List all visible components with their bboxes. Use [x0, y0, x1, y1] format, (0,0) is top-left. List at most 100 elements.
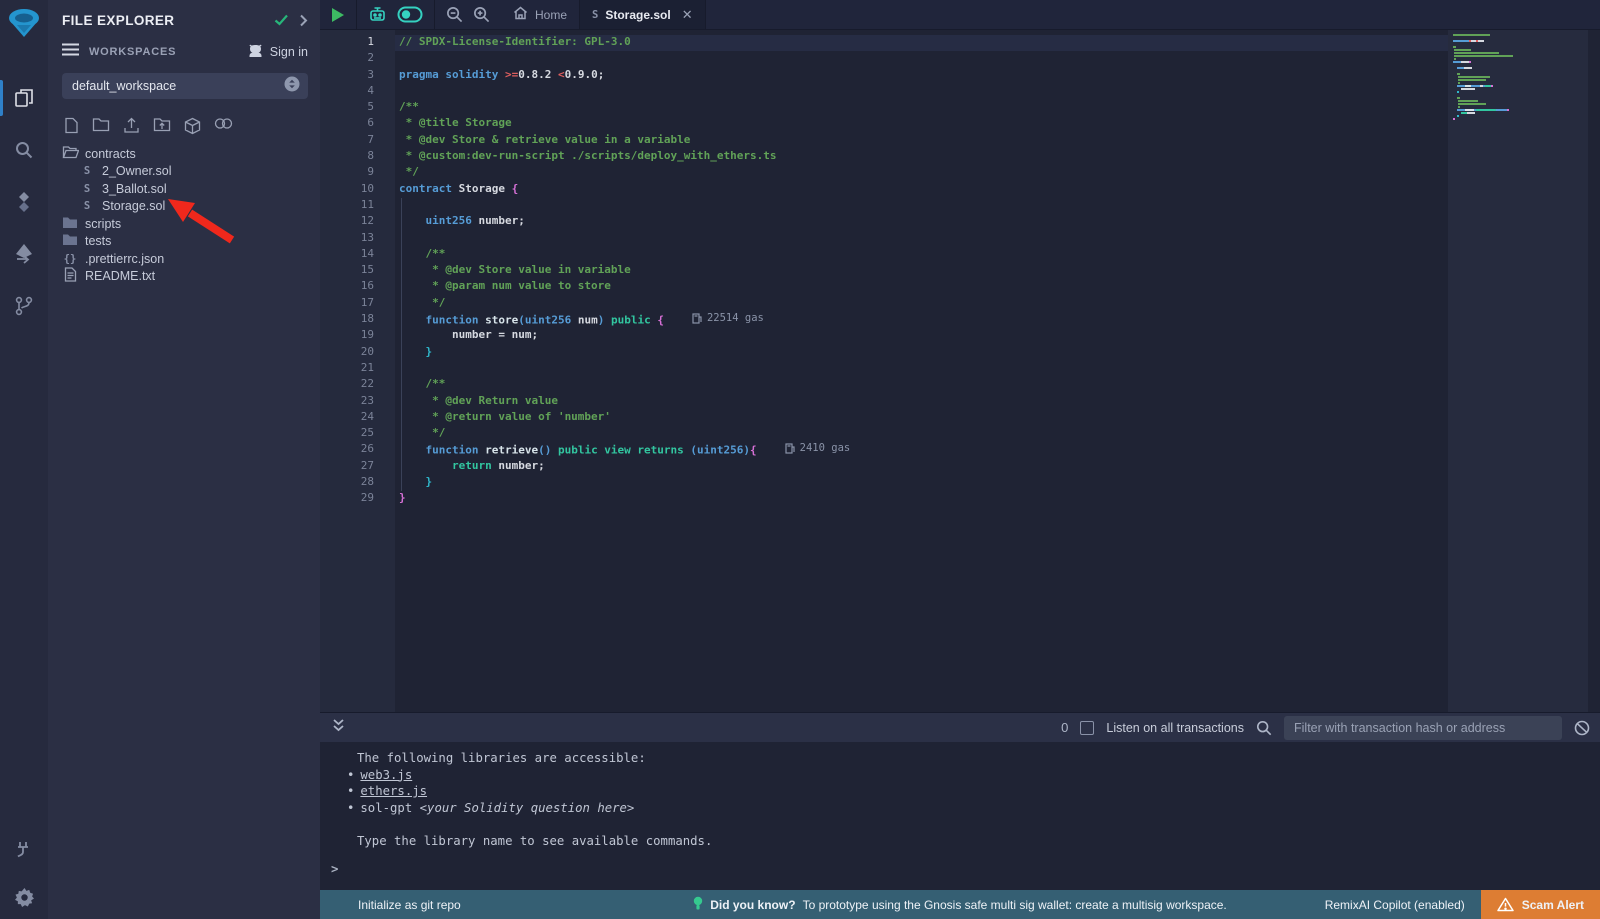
- workspace-select[interactable]: default_workspace: [62, 73, 308, 99]
- upload-file-icon[interactable]: [123, 117, 140, 135]
- zoom-out-icon[interactable]: [435, 0, 468, 29]
- code-line[interactable]: [395, 198, 1448, 214]
- code-line[interactable]: * @param num value to store: [395, 279, 1448, 295]
- editor-topbar: Home S Storage.sol ✕: [320, 0, 1600, 30]
- line-number: 12: [320, 214, 395, 230]
- code-line[interactable]: /**: [395, 100, 1448, 116]
- workspaces-menu-icon[interactable]: [62, 43, 79, 61]
- terminal-header: 0 Listen on all transactions: [320, 712, 1600, 742]
- code-line[interactable]: */: [395, 165, 1448, 181]
- code-line[interactable]: /**: [395, 247, 1448, 263]
- code-line[interactable]: function store(uint256 num) public {2251…: [395, 312, 1448, 328]
- code-line[interactable]: [395, 361, 1448, 377]
- transaction-filter-input[interactable]: [1284, 716, 1562, 740]
- code-line[interactable]: return number;: [395, 459, 1448, 475]
- listen-all-transactions-checkbox[interactable]: [1080, 721, 1094, 735]
- git-init-status[interactable]: Initialize as git repo: [358, 898, 461, 912]
- line-number: 23: [320, 394, 395, 410]
- terminal[interactable]: The following libraries are accessible:•…: [320, 742, 1600, 890]
- expand-terminal-icon[interactable]: [332, 718, 345, 737]
- line-number: 9: [320, 165, 395, 181]
- code-line[interactable]: // SPDX-License-Identifier: GPL-3.0: [395, 35, 1448, 51]
- code-line[interactable]: * @custom:dev-run-script ./scripts/deplo…: [395, 149, 1448, 165]
- solidity-file-icon: S: [84, 200, 90, 212]
- copilot-robot-icon[interactable]: [357, 0, 393, 29]
- line-number: 4: [320, 84, 395, 100]
- tree-item-Storage.sol[interactable]: SStorage.sol: [48, 198, 320, 216]
- line-number: 27: [320, 459, 395, 475]
- upload-folder-icon[interactable]: [153, 117, 171, 135]
- zoom-in-icon[interactable]: [468, 0, 501, 29]
- tree-item-tests[interactable]: tests: [48, 233, 320, 251]
- code-line[interactable]: * @return value of 'number': [395, 410, 1448, 426]
- copilot-toggle[interactable]: [393, 0, 434, 29]
- code-line[interactable]: }: [395, 345, 1448, 361]
- terminal-prompt[interactable]: >: [331, 862, 338, 876]
- close-tab-icon[interactable]: ✕: [682, 7, 693, 23]
- code-line[interactable]: function retrieve() public view returns …: [395, 442, 1448, 458]
- code-area[interactable]: // SPDX-License-Identifier: GPL-3.0 pragm…: [395, 30, 1448, 712]
- code-line[interactable]: * @title Storage: [395, 116, 1448, 132]
- lightbulb-icon: [693, 896, 703, 914]
- code-line[interactable]: * @dev Return value: [395, 394, 1448, 410]
- code-line[interactable]: }: [395, 475, 1448, 491]
- terminal-search-icon[interactable]: [1256, 720, 1272, 736]
- link-icon[interactable]: [214, 117, 233, 135]
- tree-item-scripts[interactable]: scripts: [48, 215, 320, 233]
- tree-item-contracts[interactable]: contracts: [48, 145, 320, 163]
- editor-scrollbar[interactable]: [1588, 30, 1600, 712]
- solidity-file-icon: S: [84, 183, 90, 195]
- collapse-panel-icon[interactable]: [299, 14, 308, 27]
- code-line[interactable]: [395, 51, 1448, 67]
- code-line[interactable]: }: [395, 491, 1448, 507]
- panel-title: FILE EXPLORER: [62, 13, 264, 28]
- workspace-sort-icon: [284, 76, 300, 97]
- line-number: 1: [320, 35, 395, 51]
- code-line[interactable]: * @dev Store & retrieve value in a varia…: [395, 133, 1448, 149]
- cube-icon[interactable]: [184, 117, 201, 135]
- remix-logo[interactable]: [7, 7, 41, 44]
- line-number: 17: [320, 296, 395, 312]
- file-explorer-tab[interactable]: [0, 72, 48, 124]
- library-link[interactable]: ethers.js: [360, 784, 427, 798]
- library-link[interactable]: web3.js: [360, 768, 412, 782]
- code-line[interactable]: /**: [395, 377, 1448, 393]
- new-file-icon[interactable]: [64, 117, 79, 135]
- minimap[interactable]: [1448, 30, 1588, 712]
- run-script-button[interactable]: [320, 0, 356, 29]
- tab-storage-sol[interactable]: S Storage.sol ✕: [579, 0, 706, 29]
- sign-in-button[interactable]: Sign in: [247, 44, 308, 61]
- tree-item-2_Owner.sol[interactable]: S2_Owner.sol: [48, 163, 320, 181]
- search-tab[interactable]: [0, 124, 48, 176]
- tree-item-.prettierrc.json[interactable]: {}.prettierrc.json: [48, 250, 320, 268]
- code-line[interactable]: number = num;: [395, 328, 1448, 344]
- copilot-status[interactable]: RemixAI Copilot (enabled): [1325, 898, 1465, 912]
- scam-alert-button[interactable]: Scam Alert: [1481, 890, 1600, 919]
- terminal-line: •sol-gpt <your Solidity question here>: [320, 800, 1600, 817]
- code-line[interactable]: pragma solidity >=0.8.2 <0.9.0;: [395, 68, 1448, 84]
- tab-home[interactable]: Home: [501, 0, 579, 29]
- tree-item-3_Ballot.sol[interactable]: S3_Ballot.sol: [48, 180, 320, 198]
- code-line[interactable]: contract Storage {: [395, 182, 1448, 198]
- code-line[interactable]: */: [395, 296, 1448, 312]
- code-line[interactable]: * @dev Store value in variable: [395, 263, 1448, 279]
- line-number: 16: [320, 279, 395, 295]
- github-icon: [247, 44, 264, 61]
- deploy-run-tab[interactable]: [0, 228, 48, 280]
- home-icon: [513, 6, 528, 23]
- new-folder-icon[interactable]: [92, 117, 110, 135]
- git-tab[interactable]: [0, 280, 48, 332]
- code-line[interactable]: [395, 231, 1448, 247]
- line-number: 11: [320, 198, 395, 214]
- file-explorer-panel: FILE EXPLORER WORKSPACES Sign in: [48, 0, 320, 919]
- code-line[interactable]: */: [395, 426, 1448, 442]
- code-line[interactable]: uint256 number;: [395, 214, 1448, 230]
- code-line[interactable]: [395, 84, 1448, 100]
- settings-tab[interactable]: [0, 875, 48, 919]
- code-editor[interactable]: 1234567891011121314151617181920212223242…: [320, 30, 1600, 712]
- clear-console-icon[interactable]: [1574, 720, 1590, 736]
- line-number: 14: [320, 247, 395, 263]
- tree-item-README.txt[interactable]: README.txt: [48, 268, 320, 286]
- plugin-manager-tab[interactable]: [0, 823, 48, 875]
- solidity-compiler-tab[interactable]: [0, 176, 48, 228]
